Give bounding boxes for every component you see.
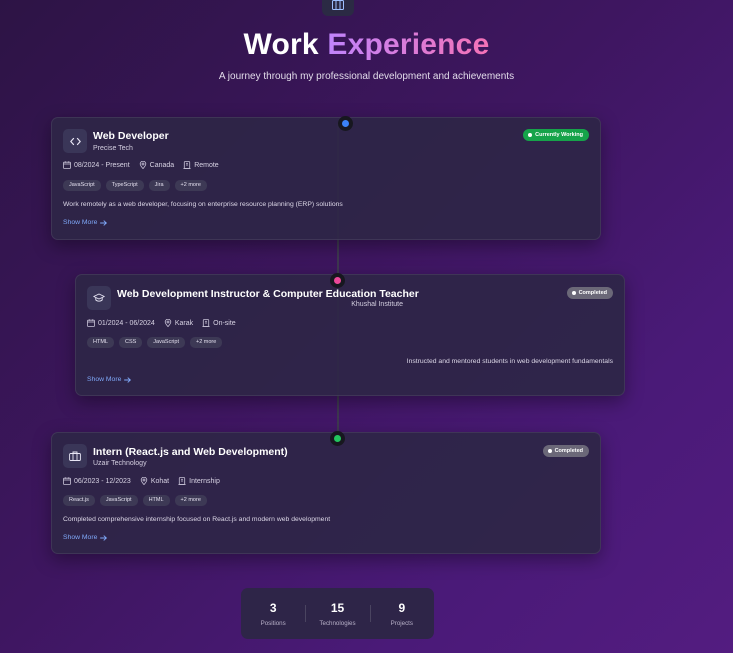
arrow-right-icon (124, 376, 132, 383)
role-title: Web Development Instructor & Computer Ed… (117, 288, 419, 300)
map-pin-icon (164, 319, 172, 327)
dates: 01/2024 - 06/2024 (87, 319, 155, 327)
show-more-label: Show More (63, 534, 98, 541)
timeline-dot-3 (330, 431, 345, 446)
calendar-icon (63, 161, 71, 169)
role-title: Web Developer (93, 130, 169, 142)
work-mode: Internship (178, 477, 220, 485)
tag-more: +2 more (174, 495, 207, 506)
briefcase-top-icon (322, 0, 354, 16)
page-title: Work Experience (0, 28, 733, 62)
location-text: Karak (174, 319, 194, 327)
show-more-label: Show More (87, 376, 122, 383)
location-text: Kohat (150, 477, 170, 485)
stat-value: 15 (330, 600, 345, 615)
role-title: Intern (React.js and Web Development) (93, 446, 288, 458)
location: Karak (164, 319, 193, 327)
tag-list: React.js JavaScript HTML +2 more (63, 495, 207, 506)
building-icon (178, 477, 186, 485)
work-mode: On-site (202, 319, 236, 327)
page-subtitle: A journey through my professional develo… (218, 71, 515, 82)
company-name: Uzair Technology (93, 460, 147, 467)
building-icon (202, 319, 210, 327)
tag-more: +2 more (174, 180, 207, 191)
tag: JavaScript (99, 495, 138, 506)
dates-text: 08/2024 - Present (74, 161, 130, 169)
code-icon (63, 129, 87, 153)
tag: Jira (148, 180, 170, 191)
dates-text: 01/2024 - 06/2024 (98, 319, 155, 327)
show-more-button[interactable]: Show More (63, 534, 108, 541)
experience-card-3: Intern (React.js and Web Development) Uz… (51, 432, 601, 554)
location-text: Canada (149, 161, 175, 169)
calendar-icon (87, 319, 95, 327)
experience-card-2: Web Development Instructor & Computer Ed… (75, 274, 625, 396)
work-mode-text: On-site (213, 319, 236, 327)
timeline-dot-inner (334, 277, 341, 284)
tag-more: +2 more (189, 337, 223, 348)
arrow-right-icon (100, 219, 108, 226)
show-more-button[interactable]: Show More (63, 219, 108, 226)
tag-list: JavaScript TypeScript Jira +2 more (63, 180, 207, 191)
tag: CSS (118, 337, 143, 348)
meta-row: 08/2024 - Present Canada Remote (63, 161, 228, 169)
stat-label: Projects (390, 619, 413, 627)
work-mode: Remote (183, 161, 219, 169)
status-badge: Completed (566, 287, 613, 299)
stat-label: Positions (260, 619, 286, 627)
title-accent: Experience (327, 28, 490, 61)
status-label: Currently Working (535, 132, 583, 138)
building-icon (183, 161, 191, 169)
timeline-dot-2 (330, 273, 345, 288)
status-label: Completed (578, 290, 607, 296)
tag: JavaScript (147, 337, 185, 348)
work-mode-text: Internship (189, 477, 220, 485)
dates: 08/2024 - Present (63, 161, 130, 169)
tag-list: HTML CSS JavaScript +2 more (87, 337, 223, 348)
timeline-dot-1 (338, 116, 353, 131)
calendar-icon (63, 477, 71, 485)
stat-positions: 3 Positions (241, 588, 305, 639)
dates-text: 06/2023 - 12/2023 (74, 477, 131, 485)
tag: HTML (142, 495, 170, 506)
status-dot-icon (547, 449, 552, 453)
meta-row: 06/2023 - 12/2023 Kohat Internship (63, 477, 229, 485)
stats-panel: 3 Positions 15 Technologies 9 Projects (241, 588, 434, 639)
timeline-dot-inner (334, 435, 341, 442)
tag: HTML (87, 337, 114, 348)
location: Kohat (140, 477, 169, 485)
status-label: Completed (554, 448, 583, 454)
show-more-label: Show More (63, 219, 98, 226)
arrow-right-icon (100, 534, 108, 541)
stat-label: Technologies (319, 619, 356, 627)
status-badge: Currently Working (523, 129, 589, 141)
description: Instructed and mentored students in web … (406, 358, 613, 365)
description: Work remotely as a web developer, focusi… (63, 201, 343, 208)
stat-technologies: 15 Technologies (305, 588, 369, 639)
work-mode-text: Remote (194, 161, 219, 169)
dates: 06/2023 - 12/2023 (63, 477, 131, 485)
briefcase-icon (63, 444, 87, 468)
graduation-cap-icon (87, 286, 111, 310)
company-name: Precise Tech (93, 145, 133, 152)
status-dot-icon (571, 291, 576, 295)
location: Canada (139, 161, 175, 169)
stat-value: 9 (398, 600, 406, 615)
stat-projects: 9 Projects (369, 588, 434, 639)
tag: TypeScript (105, 180, 144, 191)
stat-value: 3 (269, 600, 277, 615)
map-pin-icon (140, 477, 148, 485)
tag: JavaScript (63, 180, 101, 191)
title-main: Work (243, 28, 319, 61)
map-pin-icon (139, 161, 146, 169)
tag: React.js (63, 495, 95, 506)
timeline-dot-inner (342, 120, 349, 127)
status-badge: Completed (542, 445, 589, 457)
description: Completed comprehensive internship focus… (63, 516, 331, 523)
show-more-button[interactable]: Show More (87, 376, 132, 383)
meta-row: 01/2024 - 06/2024 Karak On-site (87, 319, 245, 327)
status-dot-icon (528, 133, 533, 137)
experience-card-1: Web Developer Precise Tech Currently Wor… (51, 117, 601, 240)
company-name: Khushal Institute (351, 301, 403, 308)
